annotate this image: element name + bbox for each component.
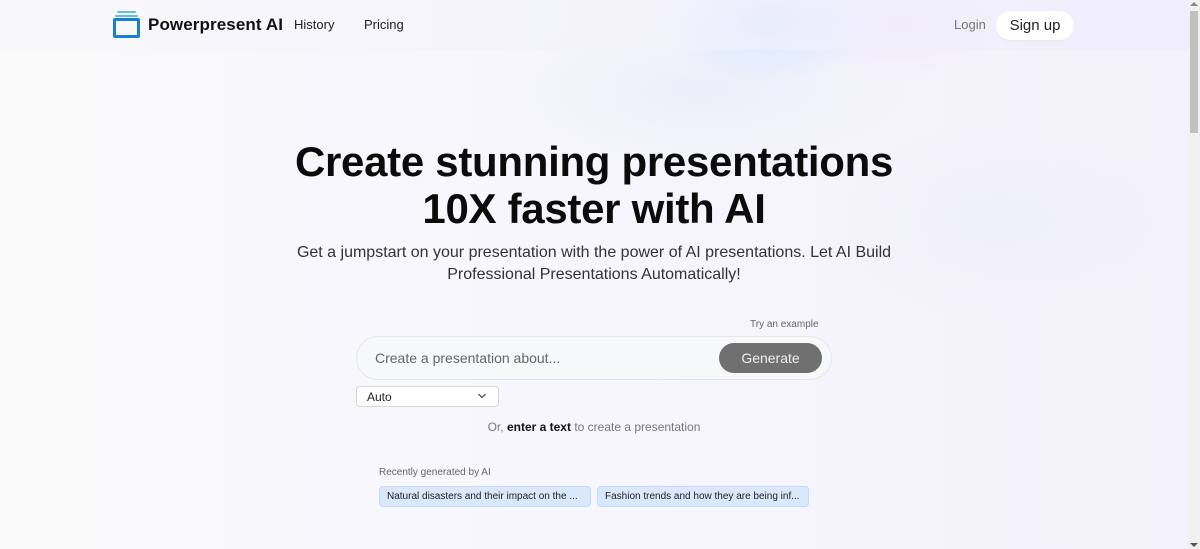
enter-text-link[interactable]: enter a text [507,420,571,434]
recent-presentation-chip[interactable]: Fashion trends and how they are being in… [597,486,809,507]
alt-suffix: to create a presentation [574,420,701,434]
try-example-link[interactable]: Try an example [750,319,819,330]
hero-title-line-1: Create stunning presentations [294,138,894,185]
stacked-slides-icon[interactable] [113,11,140,39]
enter-text-prompt: Or, enter a text to create a presentatio… [0,420,1188,434]
recent-presentation-chip[interactable]: Natural disasters and their impact on th… [379,486,591,507]
brand-name[interactable]: Powerpresent AI [148,15,283,35]
vertical-scrollbar[interactable] [1188,0,1200,549]
chevron-down-icon [478,393,486,399]
scroll-down-arrow-icon[interactable] [1190,543,1198,547]
mode-select-value: Auto [367,390,392,404]
nav-pricing-link[interactable]: Pricing [364,17,404,32]
scrollbar-thumb[interactable] [1190,11,1198,133]
generate-button[interactable]: Generate [719,343,822,373]
presentation-topic-input[interactable] [375,346,705,370]
mode-select[interactable]: Auto [356,386,499,407]
hero-title-line-2: 10X faster with AI [422,185,766,232]
sign-up-button[interactable]: Sign up [996,11,1074,40]
top-nav-bar: Powerpresent AI History Pricing Login Si… [0,0,1188,50]
recently-generated-label: Recently generated by AI [379,467,491,478]
alt-prefix: Or, [487,420,504,434]
login-link[interactable]: Login [954,17,986,32]
hero-title: Create stunning presentations 10X faster… [0,138,1188,232]
hero-subtitle: Get a jumpstart on your presentation wit… [296,244,892,283]
prompt-bar: Generate [356,336,832,380]
nav-history-link[interactable]: History [294,17,334,32]
scroll-up-arrow-icon[interactable] [1190,2,1198,6]
